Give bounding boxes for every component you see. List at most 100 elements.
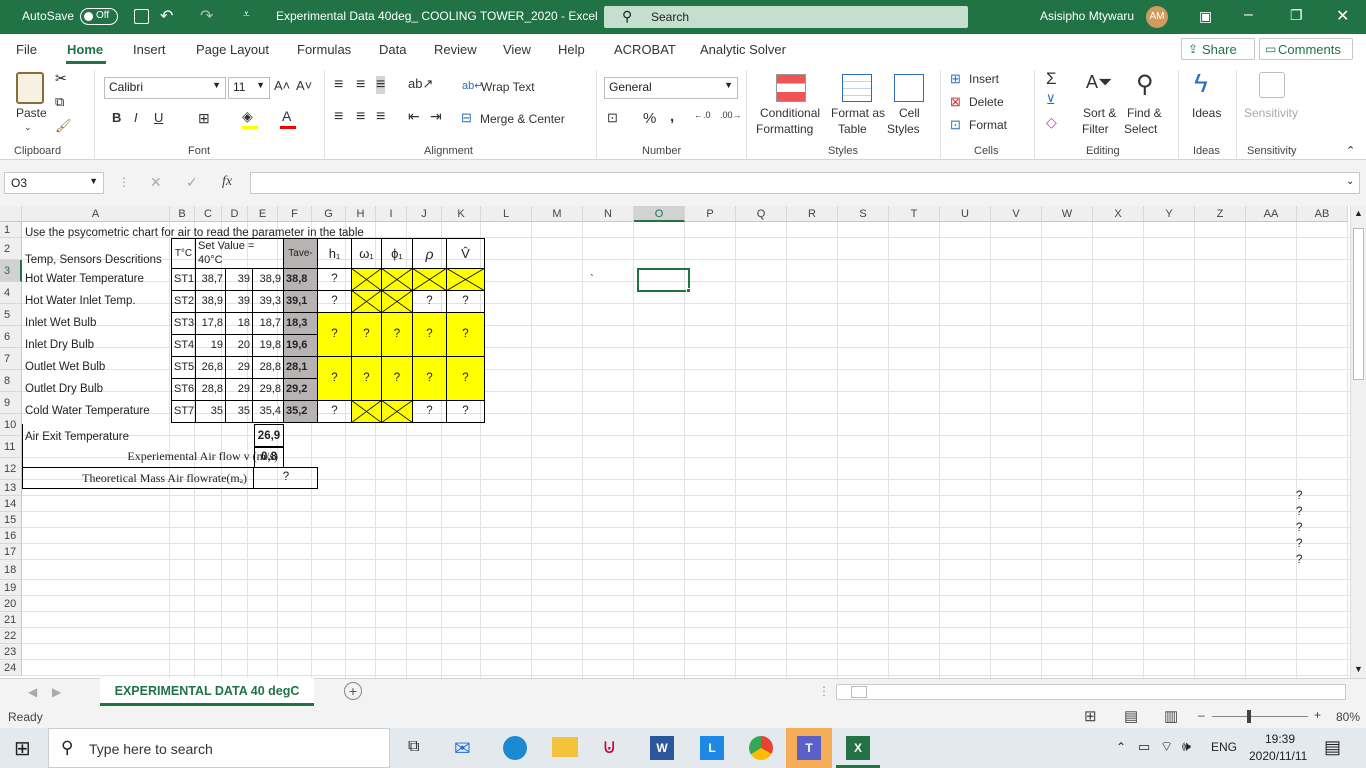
search-box[interactable]: ⚲ Search xyxy=(604,6,968,28)
ideas-label[interactable]: Ideas xyxy=(1192,106,1221,120)
find-select-label[interactable]: Find & xyxy=(1127,106,1162,120)
select-all-corner[interactable] xyxy=(0,206,22,222)
reading-2[interactable]: 20 xyxy=(225,334,253,357)
reading-3[interactable]: 19,8 xyxy=(252,334,284,357)
minimize-icon[interactable]: – xyxy=(1244,6,1253,24)
column-header-o[interactable]: O xyxy=(634,206,685,222)
row-header-8[interactable]: 8 xyxy=(0,370,22,392)
row-header-14[interactable]: 14 xyxy=(0,496,22,512)
share-button[interactable]: ⇪ Share xyxy=(1181,38,1255,60)
show-hidden-icons[interactable]: ⌃ xyxy=(1116,740,1126,754)
collapse-ribbon-icon[interactable]: ⌃ xyxy=(1346,144,1355,157)
header-v-hat[interactable]: V̂ xyxy=(446,238,485,269)
tab-data[interactable]: Data xyxy=(379,42,406,57)
enter-icon[interactable]: ✓ xyxy=(186,174,198,191)
align-middle-icon[interactable]: ≡ xyxy=(356,76,365,94)
row-header-22[interactable]: 22 xyxy=(0,628,22,644)
row-header-21[interactable]: 21 xyxy=(0,612,22,628)
format-cells-button[interactable]: Format xyxy=(969,118,1007,132)
reading-1[interactable]: 19 xyxy=(195,334,226,357)
underline-icon[interactable]: U xyxy=(154,110,163,125)
reading-1[interactable]: 17,8 xyxy=(195,312,226,335)
reading-1[interactable]: 28,8 xyxy=(195,378,226,401)
header-tave[interactable]: Tave- xyxy=(283,238,318,269)
row-header-10[interactable]: 10 xyxy=(0,414,22,436)
reading-3[interactable]: 38,9 xyxy=(252,268,284,291)
row-label[interactable]: Hot Water Temperature xyxy=(25,269,144,289)
next-sheet-icon[interactable]: ▶ xyxy=(52,685,61,699)
merge-center-button[interactable]: Merge & Center xyxy=(480,112,565,126)
teams-app-tile[interactable]: T xyxy=(786,728,832,768)
name-box[interactable]: O3 ▼ xyxy=(4,172,104,194)
scroll-down-icon[interactable]: ▼ xyxy=(1354,664,1363,674)
normal-view-icon[interactable]: ⊞ xyxy=(1084,707,1097,725)
borders-icon[interactable]: ⊞ xyxy=(198,110,210,127)
average-temp[interactable]: 35,2 xyxy=(283,400,318,423)
header-phi1[interactable]: ϕ₁ xyxy=(381,238,413,269)
mail-icon[interactable]: ✉ xyxy=(454,736,471,761)
zoom-out-icon[interactable]: – xyxy=(1198,708,1205,722)
save-icon[interactable] xyxy=(134,9,149,24)
paste-dropdown-icon[interactable]: ⌄ xyxy=(24,122,32,133)
header-omega1[interactable]: ω₁ xyxy=(351,238,382,269)
column-header-r[interactable]: R xyxy=(787,206,838,222)
chrome-icon[interactable] xyxy=(749,736,773,760)
tab-acrobat[interactable]: ACROBAT xyxy=(614,42,676,57)
reading-2[interactable]: 29 xyxy=(225,378,253,401)
edge-icon[interactable] xyxy=(503,736,527,760)
aa17-cell[interactable]: ? xyxy=(1296,550,1302,570)
conditional-formatting-icon[interactable] xyxy=(776,74,806,102)
launcher-icon[interactable]: L xyxy=(700,736,724,760)
column-header-c[interactable]: C xyxy=(195,206,222,222)
unknown-cell-g[interactable]: ? xyxy=(317,356,352,401)
clear-icon[interactable]: ◇ xyxy=(1046,114,1057,131)
windows-start-icon[interactable]: ⊞ xyxy=(14,736,31,761)
header-tc[interactable]: T°C xyxy=(171,238,196,269)
average-temp[interactable]: 39,1 xyxy=(283,290,318,313)
unknown-cell-i[interactable]: ? xyxy=(381,356,413,401)
column-header-n[interactable]: N xyxy=(583,206,634,222)
row-header-16[interactable]: 16 xyxy=(0,528,22,544)
row-header-23[interactable]: 23 xyxy=(0,644,22,660)
office-icon[interactable]: ⊍ xyxy=(602,734,617,759)
cut-icon[interactable]: ✂ xyxy=(55,70,67,87)
task-view-icon[interactable]: ⧉ xyxy=(408,738,419,756)
column-header-g[interactable]: G xyxy=(312,206,346,222)
column-header-z[interactable]: Z xyxy=(1195,206,1246,222)
unknown-cell-g[interactable]: ? xyxy=(317,312,352,357)
tab-analytic-solver[interactable]: Analytic Solver xyxy=(700,42,786,57)
reading-3[interactable]: 18,7 xyxy=(252,312,284,335)
reading-2[interactable]: 39 xyxy=(225,290,253,313)
row-header-4[interactable]: 4 xyxy=(0,282,22,304)
reading-1[interactable]: 38,7 xyxy=(195,268,226,291)
redo-icon[interactable]: ↷ xyxy=(200,6,213,26)
sensor-id[interactable]: ST2 xyxy=(171,290,196,313)
prev-sheet-icon[interactable]: ◀ xyxy=(28,685,37,699)
word-icon[interactable]: W xyxy=(650,736,674,760)
sort-filter-icon[interactable]: A⏷ xyxy=(1086,72,1112,93)
battery-icon[interactable]: ▭ xyxy=(1138,739,1150,755)
column-header-j[interactable]: J xyxy=(407,206,442,222)
zoom-slider-thumb[interactable] xyxy=(1247,710,1251,723)
font-size-select[interactable]: 11 ▼ xyxy=(228,77,270,99)
avatar[interactable]: AM xyxy=(1146,6,1168,28)
restore-icon[interactable]: ❐ xyxy=(1290,7,1303,24)
align-top-icon[interactable]: ≡ xyxy=(334,76,343,94)
sensor-id[interactable]: ST5 xyxy=(171,356,196,379)
unknown-cell-j[interactable]: ? xyxy=(412,312,447,357)
header-rho[interactable]: ρ xyxy=(412,238,447,269)
column-header-u[interactable]: U xyxy=(940,206,991,222)
cell-styles-label[interactable]: Cell xyxy=(899,106,920,120)
paste-icon[interactable] xyxy=(16,72,44,104)
notifications-icon[interactable]: ▤ xyxy=(1324,737,1341,758)
column-header-d[interactable]: D xyxy=(222,206,248,222)
font-name-select[interactable]: Calibri ▼ xyxy=(104,77,226,99)
sensor-id[interactable]: ST7 xyxy=(171,400,196,423)
h-scroll-thumb[interactable] xyxy=(851,686,867,698)
unknown-cell-k[interactable]: ? xyxy=(446,356,485,401)
row-header-3[interactable]: 3 xyxy=(0,260,22,282)
cell-styles-label-2[interactable]: Styles xyxy=(887,122,920,136)
column-header-ab[interactable]: AB xyxy=(1297,206,1348,222)
column-header-k[interactable]: K xyxy=(442,206,481,222)
result-cell-g[interactable]: ? xyxy=(317,290,352,313)
